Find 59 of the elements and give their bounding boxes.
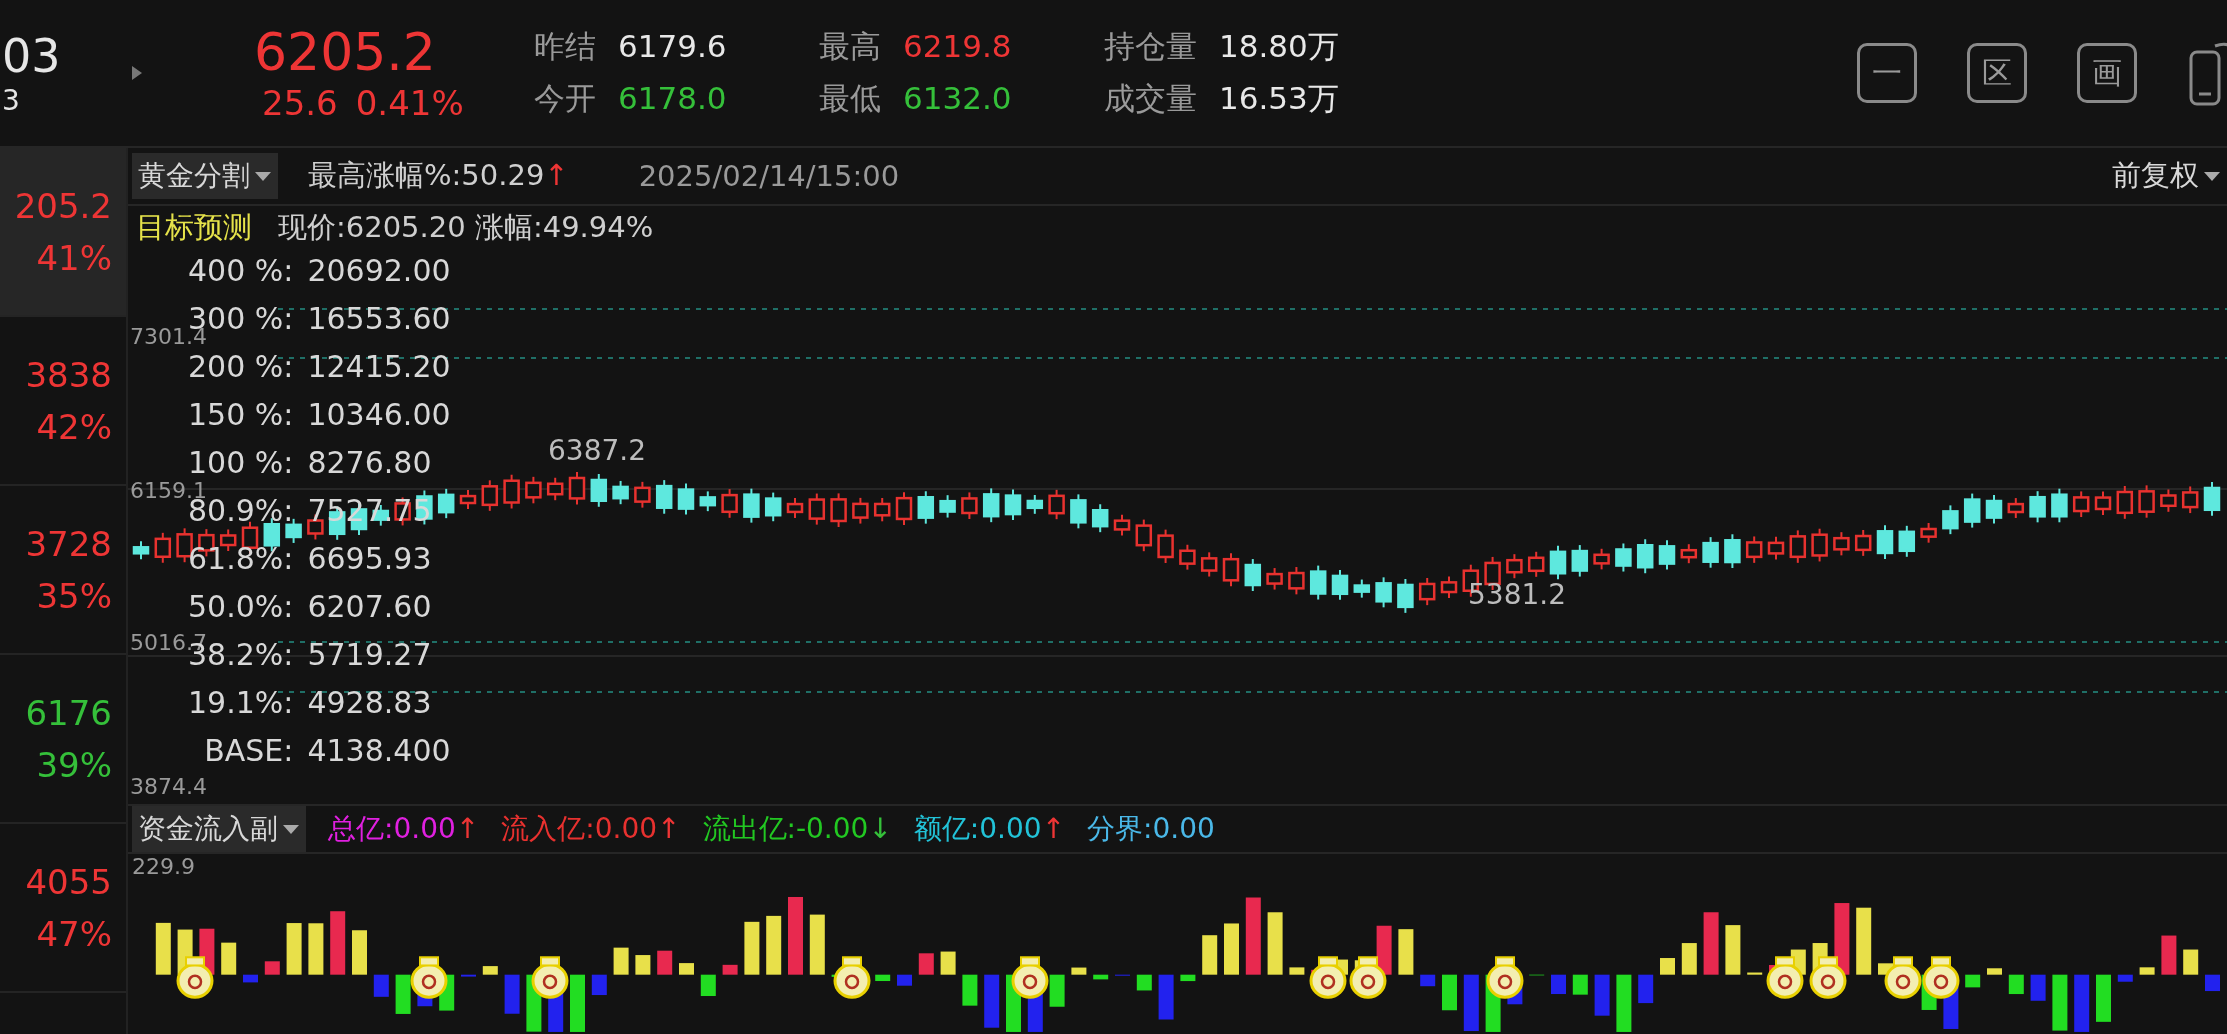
- current-price-text: 现价:6205.20 涨幅:49.94%: [278, 209, 654, 246]
- watchlist-item[interactable]: 205.2 41%: [0, 148, 126, 317]
- stat-label: 成交量: [1104, 79, 1197, 118]
- level-value: 20692.00: [307, 252, 451, 289]
- stat-label: 最高: [819, 27, 881, 66]
- axis-label: 229.9: [132, 854, 195, 879]
- stat-value: 16.53万: [1219, 79, 1339, 118]
- caret-icon: [282, 823, 300, 835]
- metric-text: 流出亿:-0.00↓: [702, 811, 892, 847]
- level-value: 6695.93: [307, 540, 433, 577]
- high-marker: 6387.2: [548, 434, 646, 467]
- level-value: 12415.20: [307, 348, 451, 385]
- level-value: 4138.400: [307, 732, 451, 769]
- stat-label: 今开: [534, 79, 596, 118]
- metric-text: 总亿:0.00↑: [328, 811, 480, 847]
- max-gain-text: 最高涨幅%:50.29↑: [308, 157, 569, 194]
- level-label: 100 %:: [188, 444, 294, 481]
- last-price: 6205.2: [254, 23, 437, 83]
- metric-text: 流入亿:0.00↑: [501, 811, 681, 847]
- indicator-dropdown[interactable]: 资金流入副: [132, 806, 306, 852]
- stat-value: 6179.6: [618, 28, 727, 64]
- price-change: 25.6: [262, 82, 338, 123]
- expand-arrow-icon[interactable]: [130, 63, 144, 83]
- level-label: 150 %:: [188, 396, 294, 433]
- level-label: 200 %:: [188, 348, 294, 385]
- level-value: 16553.60: [307, 300, 451, 337]
- level-label: 400 %:: [188, 252, 294, 289]
- low-marker: 5381.2: [1468, 578, 1566, 611]
- tool-button[interactable]: 一: [1857, 43, 1917, 103]
- code-subtext: 3: [2, 83, 20, 118]
- caret-icon: [2203, 170, 2221, 182]
- stat-value: 6178.0: [618, 80, 727, 116]
- stat-value: 18.80万: [1219, 27, 1339, 66]
- stat-label: 持仓量: [1104, 27, 1197, 66]
- stat-label: 昨结: [534, 27, 596, 66]
- tool-button[interactable]: 画: [2077, 43, 2137, 103]
- axis-label: 3874.4: [130, 774, 207, 799]
- date-text: 2025/02/14/15:00: [638, 159, 900, 193]
- level-value: 5719.27: [307, 636, 433, 673]
- level-value: 4928.83: [307, 684, 433, 721]
- metric-text: 分界:0.00: [1087, 811, 1215, 847]
- price-change-percent: 0.41%: [355, 82, 464, 123]
- caret-icon: [254, 170, 272, 182]
- level-value: 10346.00: [307, 396, 451, 433]
- level-value: 8276.80: [307, 444, 433, 481]
- level-label: 50.0%:: [188, 588, 294, 625]
- level-label: BASE:: [203, 732, 294, 769]
- stat-value: 6219.8: [903, 28, 1012, 64]
- forecast-label: 目标预测: [136, 209, 252, 246]
- adjust-dropdown[interactable]: 前复权: [2106, 156, 2227, 196]
- level-label: 61.8%:: [188, 540, 294, 577]
- stat-label: 最低: [819, 79, 881, 118]
- indicator-dropdown[interactable]: 黄金分割: [132, 153, 278, 199]
- code-text: 03: [2, 28, 61, 84]
- level-value: 6207.60: [307, 588, 433, 625]
- metric-text: 额亿:0.00↑: [913, 811, 1066, 847]
- level-label: 19.1%:: [188, 684, 294, 721]
- stat-value: 6132.0: [903, 80, 1012, 116]
- tool-button[interactable]: 区: [1967, 43, 2027, 103]
